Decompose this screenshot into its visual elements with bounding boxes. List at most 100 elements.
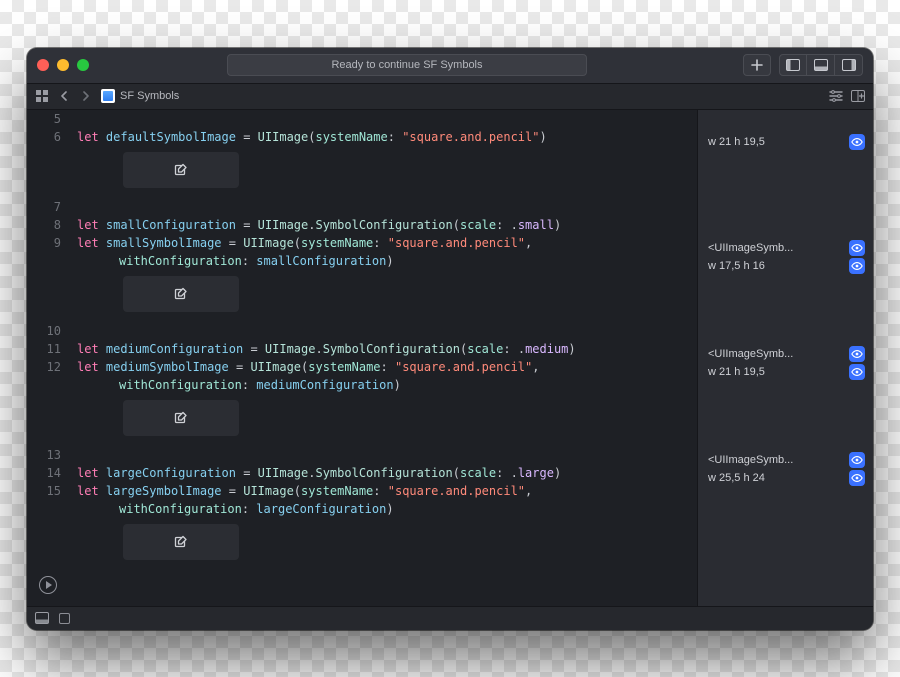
playground-file-icon	[101, 89, 115, 103]
traffic-lights	[37, 59, 89, 71]
result-row[interactable]: w 25,5 h 24	[708, 470, 865, 486]
code-content[interactable]: withConfiguration: largeConfiguration)	[71, 500, 394, 518]
inline-result-preview[interactable]	[123, 152, 239, 188]
main-area: 5 6let defaultSymbolImage = UIImage(syst…	[27, 110, 873, 606]
line-number: 11	[27, 340, 71, 358]
line-number: 10	[27, 322, 71, 340]
add-button[interactable]	[743, 54, 771, 76]
adjust-editor-icon[interactable]	[829, 89, 843, 103]
code-line: 15let largeSymbolImage = UIImage(systemN…	[27, 482, 697, 500]
line-number: 5	[27, 110, 71, 128]
quicklook-button[interactable]	[849, 258, 865, 274]
line-number: 7	[27, 198, 71, 216]
activity-viewer[interactable]: Ready to continue SF Symbols	[227, 54, 587, 76]
square-and-pencil-icon	[173, 534, 189, 550]
code-content[interactable]: let mediumSymbolImage = UIImage(systemNa…	[71, 358, 540, 376]
result-row[interactable]: w 17,5 h 16	[708, 258, 865, 274]
back-button[interactable]	[57, 89, 71, 103]
code-content[interactable]	[71, 198, 84, 216]
code-editor[interactable]: 5 6let defaultSymbolImage = UIImage(syst…	[27, 110, 697, 606]
code-line: 11let mediumConfiguration = UIImage.Symb…	[27, 340, 697, 358]
transparency-background: Ready to continue SF Symbols	[0, 0, 900, 677]
result-text: w 17,5 h 16	[708, 260, 843, 272]
line-number: 15	[27, 482, 71, 500]
code-line: 10	[27, 322, 697, 340]
panel-toggle-group	[779, 54, 863, 76]
square-and-pencil-icon	[173, 286, 189, 302]
result-row[interactable]: w 21 h 19,5	[708, 134, 865, 150]
xcode-window: Ready to continue SF Symbols	[27, 48, 873, 630]
code-content[interactable]: withConfiguration: smallConfiguration)	[71, 252, 394, 270]
code-line: withConfiguration: largeConfiguration)	[27, 500, 697, 518]
stop-debug-icon[interactable]	[59, 613, 70, 624]
code-line: 7	[27, 198, 697, 216]
toggle-navigator-button[interactable]	[779, 54, 807, 76]
code-content[interactable]: let smallConfiguration = UIImage.SymbolC…	[71, 216, 561, 234]
code-line: withConfiguration: mediumConfiguration)	[27, 376, 697, 394]
code-line: 13	[27, 446, 697, 464]
inline-result-preview[interactable]	[123, 524, 239, 560]
quicklook-button[interactable]	[849, 346, 865, 362]
line-number: 6	[27, 128, 71, 146]
debug-bar	[27, 606, 873, 630]
related-items-icon[interactable]	[35, 89, 49, 103]
line-number	[27, 376, 71, 394]
add-editor-icon[interactable]	[851, 89, 865, 103]
code-content[interactable]	[71, 110, 84, 128]
code-line: withConfiguration: smallConfiguration)	[27, 252, 697, 270]
titlebar: Ready to continue SF Symbols	[27, 48, 873, 84]
toggle-debug-button[interactable]	[807, 54, 835, 76]
code-line: 5	[27, 110, 697, 128]
hide-debug-icon[interactable]	[35, 612, 49, 624]
result-text: <UIImageSymb...	[708, 242, 843, 254]
quicklook-button[interactable]	[849, 240, 865, 256]
code-content[interactable]: let mediumConfiguration = UIImage.Symbol…	[71, 340, 576, 358]
line-number	[27, 500, 71, 518]
code-line: 14let largeConfiguration = UIImage.Symbo…	[27, 464, 697, 482]
close-button[interactable]	[37, 59, 49, 71]
toggle-inspector-button[interactable]	[835, 54, 863, 76]
result-row[interactable]: <UIImageSymb...	[708, 240, 865, 256]
code-line: 9let smallSymbolImage = UIImage(systemNa…	[27, 234, 697, 252]
minimize-button[interactable]	[57, 59, 69, 71]
breadcrumb-file: SF Symbols	[120, 90, 179, 102]
line-number: 14	[27, 464, 71, 482]
quicklook-button[interactable]	[849, 452, 865, 468]
result-row[interactable]: <UIImageSymb...	[708, 452, 865, 468]
code-content[interactable]: withConfiguration: mediumConfiguration)	[71, 376, 401, 394]
code-content[interactable]: let defaultSymbolImage = UIImage(systemN…	[71, 128, 547, 146]
result-text: w 21 h 19,5	[708, 366, 843, 378]
run-playground-button[interactable]	[39, 576, 57, 594]
code-content[interactable]: let smallSymbolImage = UIImage(systemNam…	[71, 234, 532, 252]
result-row[interactable]: w 21 h 19,5	[708, 364, 865, 380]
line-number: 8	[27, 216, 71, 234]
inline-result-preview[interactable]	[123, 276, 239, 312]
code-content[interactable]: let largeConfiguration = UIImage.SymbolC…	[71, 464, 561, 482]
breadcrumb[interactable]: SF Symbols	[101, 89, 179, 103]
code-line: 8let smallConfiguration = UIImage.Symbol…	[27, 216, 697, 234]
code-content[interactable]: let largeSymbolImage = UIImage(systemNam…	[71, 482, 532, 500]
forward-button[interactable]	[79, 89, 93, 103]
quicklook-button[interactable]	[849, 364, 865, 380]
jump-bar: SF Symbols	[27, 84, 873, 110]
result-text: <UIImageSymb...	[708, 348, 843, 360]
line-number: 9	[27, 234, 71, 252]
result-row[interactable]: <UIImageSymb...	[708, 346, 865, 362]
inline-result-preview[interactable]	[123, 400, 239, 436]
square-and-pencil-icon	[173, 162, 189, 178]
code-line: 12let mediumSymbolImage = UIImage(system…	[27, 358, 697, 376]
code-line: 6let defaultSymbolImage = UIImage(system…	[27, 128, 697, 146]
code-content[interactable]	[71, 322, 84, 340]
line-number	[27, 252, 71, 270]
result-text: <UIImageSymb...	[708, 454, 843, 466]
zoom-button[interactable]	[77, 59, 89, 71]
code-content[interactable]	[71, 446, 84, 464]
square-and-pencil-icon	[173, 410, 189, 426]
status-text: Ready to continue SF Symbols	[331, 59, 482, 71]
result-text: w 21 h 19,5	[708, 136, 843, 148]
quicklook-button[interactable]	[849, 470, 865, 486]
results-sidebar: w 21 h 19,5 <UIImageSymb... w 17,5 h 16 <UI…	[697, 110, 873, 606]
quicklook-button[interactable]	[849, 134, 865, 150]
line-number: 13	[27, 446, 71, 464]
result-text: w 25,5 h 24	[708, 472, 843, 484]
